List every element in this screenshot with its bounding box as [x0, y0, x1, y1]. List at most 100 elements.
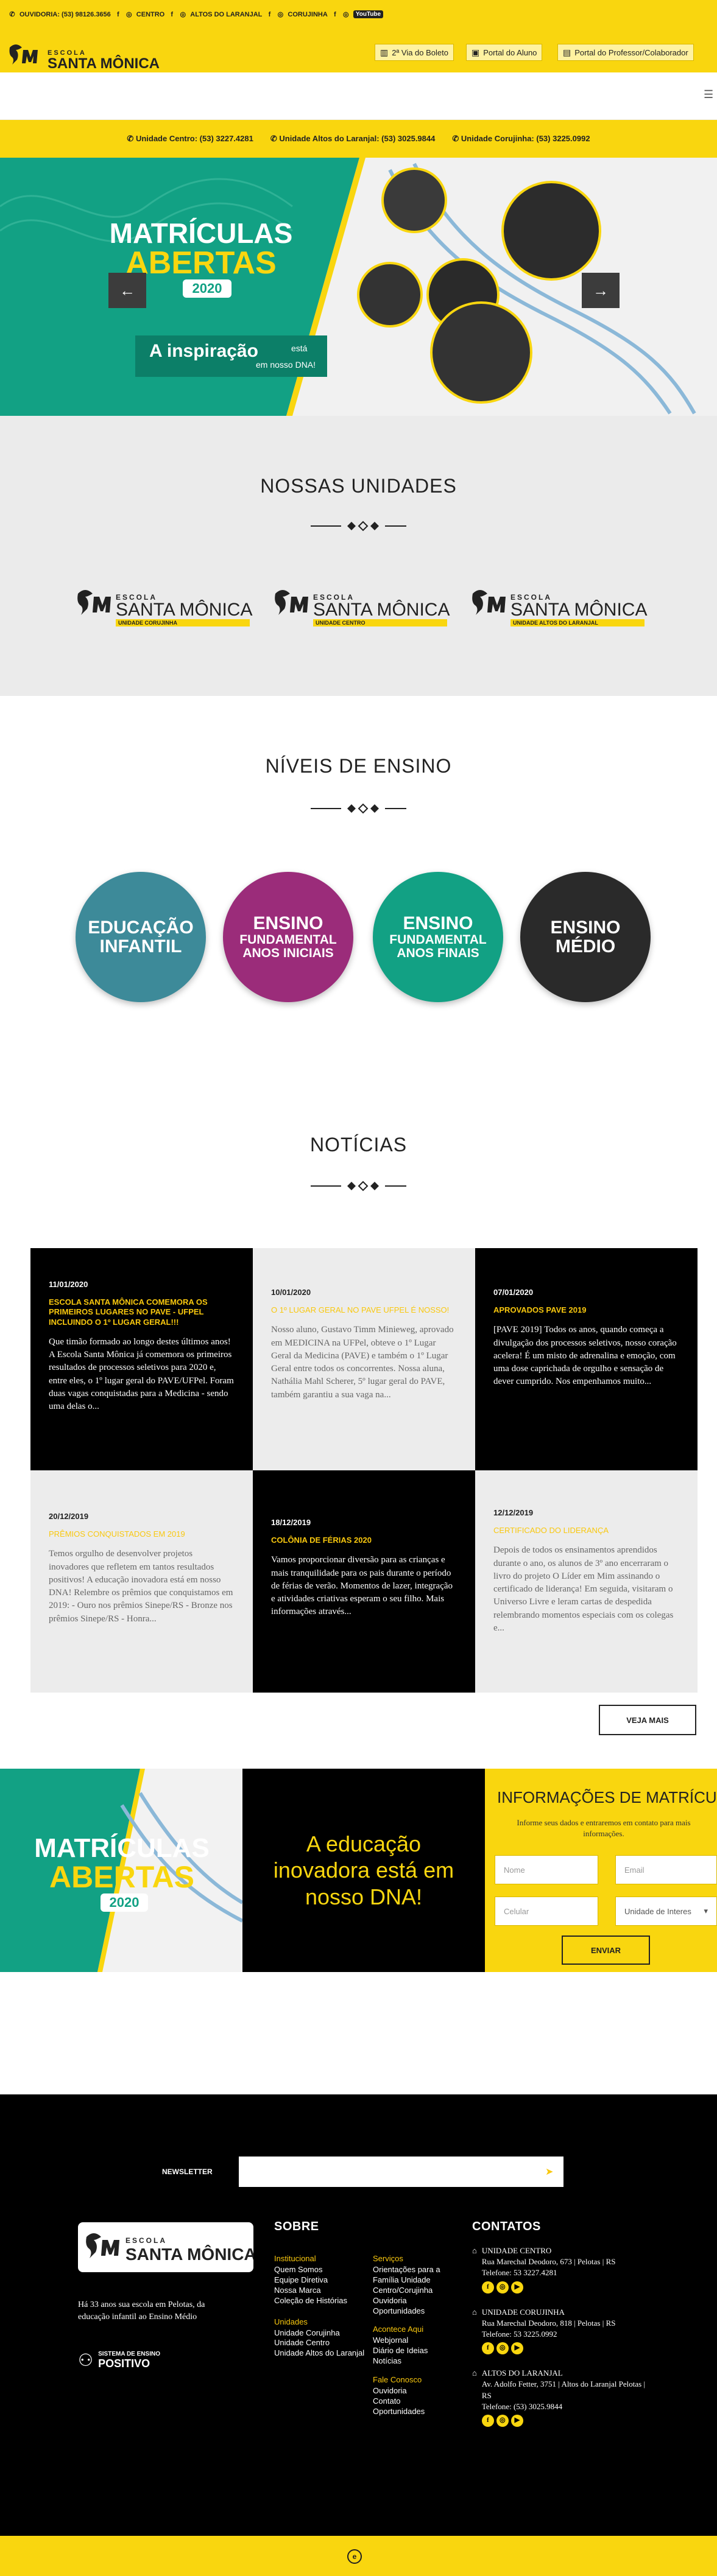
footer-link[interactable]: Nossa Marca: [274, 2286, 366, 2296]
news-excerpt: Temos orgulho de desenvolver projetos in…: [49, 1549, 233, 1624]
location-icon: ⌂: [472, 2246, 477, 2255]
facebook-icon[interactable]: f: [331, 11, 339, 18]
level-line2: FUNDAMENTAL: [239, 932, 337, 947]
phone-field[interactable]: Celular: [495, 1897, 598, 1926]
level-fundamental-iniciais[interactable]: ENSINO FUNDAMENTAL ANOS INICIAIS: [223, 872, 353, 1002]
footer-link[interactable]: Ouvidoria: [373, 2386, 464, 2396]
news-excerpt: Que timão formado ao longo destes último…: [49, 1336, 234, 1412]
facebook-icon[interactable]: f: [266, 11, 273, 18]
portal-professor-link[interactable]: ▤ Portal do Professor/Colaborador: [557, 44, 694, 61]
news-card[interactable]: 10/01/2020 O 1º LUGAR GERAL NO PAVE UFPE…: [253, 1248, 475, 1470]
footer-link[interactable]: Unidade Centro: [274, 2338, 366, 2348]
facebook-icon[interactable]: f: [481, 2414, 494, 2427]
instagram-icon[interactable]: ◎: [277, 10, 284, 18]
footer-link[interactable]: Coleção de Histórias: [274, 2296, 366, 2306]
news-title-link[interactable]: COLÔNIA DE FÉRIAS 2020: [271, 1535, 457, 1545]
footer-contatos-title: CONTATOS: [472, 2220, 541, 2233]
teacher-icon: ▤: [563, 47, 571, 57]
facebook-icon[interactable]: f: [168, 11, 175, 18]
youtube-icon[interactable]: ▶: [510, 2342, 523, 2355]
send-icon[interactable]: ➤: [545, 2166, 553, 2178]
footer-link[interactable]: Unidade Altos do Laranjal: [274, 2348, 366, 2359]
instagram-icon[interactable]: ◎: [496, 2414, 509, 2427]
level-ensino-medio[interactable]: ENSINO MÉDIO: [520, 872, 651, 1002]
youtube-icon[interactable]: ▶: [510, 2281, 523, 2293]
portal-aluno-link[interactable]: ▣ Portal do Aluno: [466, 44, 543, 61]
unit-centro-label: CENTRO: [136, 10, 165, 18]
facebook-icon[interactable]: f: [481, 2281, 494, 2293]
level-line1: ENSINO: [403, 913, 473, 934]
name-field[interactable]: Nome: [495, 1855, 598, 1884]
footer-about: Há 33 anos sua escola em Pelotas, da edu…: [78, 2300, 205, 2322]
footer-link[interactable]: Equipe Diretiva: [274, 2275, 366, 2286]
enrollment-banner[interactable]: MATRÍCULAS ABERTAS 2020: [0, 1769, 242, 1972]
level-educacao-infantil[interactable]: EDUCAÇÃO INFANTIL: [76, 872, 206, 1002]
banner-slogan: A educação inovadora está em nosso DNA!: [242, 1769, 485, 1972]
news-date: 11/01/2020: [49, 1280, 88, 1289]
footer-logo[interactable]: ESCOLA SANTA MÔNICA: [78, 2222, 253, 2272]
footer-category: Unidades: [274, 2317, 308, 2326]
banner-line1: MATRÍCULAS: [34, 1833, 210, 1863]
news-card[interactable]: 07/01/2020 APROVADOS PAVE 2019 [PAVE 201…: [475, 1248, 698, 1470]
developer-logo-icon[interactable]: e: [347, 2549, 362, 2564]
news-title-link[interactable]: PRÊMIOS CONQUISTADOS EM 2019: [49, 1529, 235, 1539]
contact-address: Rua Marechal Deodoro, 673 | Pelotas | RS: [481, 2257, 616, 2267]
level-line1: ENSINO: [253, 913, 323, 934]
whatsapp-icon[interactable]: ✆: [9, 10, 16, 18]
footer-link[interactable]: Orientações para a Família Unidade Centr…: [373, 2265, 464, 2296]
submit-button[interactable]: ENVIAR: [562, 1936, 650, 1965]
facebook-icon[interactable]: f: [481, 2342, 494, 2355]
contact-corujinha: ⌂ UNIDADE CORUJINHA Rua Marechal Deodoro…: [472, 2307, 655, 2357]
news-card[interactable]: 18/12/2019 COLÔNIA DE FÉRIAS 2020 Vamos …: [253, 1470, 475, 1693]
youtube-icon[interactable]: YouTube: [353, 10, 384, 18]
footer-link[interactable]: Webjornal: [373, 2336, 464, 2346]
level-fundamental-finais[interactable]: ENSINO FUNDAMENTAL ANOS FINAIS: [373, 872, 503, 1002]
news-title-link[interactable]: O 1º LUGAR GERAL NO PAVE UFPEL É NOSSO!: [271, 1305, 457, 1315]
hero-next-button[interactable]: →: [582, 273, 620, 308]
footer-link[interactable]: Oportunidades: [373, 2407, 464, 2417]
footer-link[interactable]: Ouvidoria: [373, 2296, 464, 2306]
footer-link[interactable]: Unidade Corujinha: [274, 2328, 366, 2339]
newsletter-label: NEWSLETTER: [162, 2167, 213, 2176]
youtube-icon[interactable]: ▶: [510, 2414, 523, 2427]
footer-category: Acontece Aqui: [373, 2325, 424, 2334]
facebook-icon[interactable]: f: [115, 11, 122, 18]
instagram-icon[interactable]: ◎: [179, 10, 186, 18]
see-more-button[interactable]: VEJA MAIS: [599, 1705, 696, 1735]
levels-title: NÍVEIS DE ENSINO: [265, 755, 452, 777]
instagram-icon[interactable]: ◎: [125, 10, 133, 18]
news-card[interactable]: 20/12/2019 PRÊMIOS CONQUISTADOS EM 2019 …: [30, 1470, 253, 1693]
footer-link[interactable]: Quem Somos: [274, 2265, 366, 2275]
level-line1: EDUCAÇÃO: [88, 917, 194, 938]
instagram-icon[interactable]: ◎: [342, 10, 350, 18]
email-field[interactable]: Email: [615, 1855, 717, 1884]
menu-icon[interactable]: ☰: [704, 88, 713, 101]
hero-prev-button[interactable]: ←: [108, 273, 146, 308]
enrollment-form: INFORMAÇÕES DE MATRÍCULA Informe seus da…: [485, 1769, 717, 1972]
positivo-logo: ⚇ SISTEMA DE ENSINO POSITIVO: [78, 2350, 160, 2370]
footer-link[interactable]: Oportunidades: [373, 2306, 464, 2317]
unit-select[interactable]: Unidade de Interes ▾: [615, 1897, 717, 1926]
instagram-icon[interactable]: ◎: [496, 2342, 509, 2355]
unit-logo-corujinha[interactable]: ESCOLA SANTA MÔNICA UNIDADE CORUJINHA: [73, 581, 256, 630]
newsletter-input[interactable]: [239, 2157, 563, 2187]
ouvidoria-phone: OUVIDORIA: (53) 98126.3656: [19, 10, 111, 18]
logo-name-text: SANTA MÔNICA: [125, 2244, 253, 2264]
instagram-icon[interactable]: ◎: [496, 2281, 509, 2293]
news-card[interactable]: 12/12/2019 CERTIFICADO DO LIDERANÇA Depo…: [475, 1470, 698, 1693]
unit-logo-altos[interactable]: ESCOLA SANTA MÔNICA UNIDADE ALTOS DO LAR…: [468, 581, 651, 630]
boleto-link[interactable]: ▥ 2ª Via do Boleto: [375, 44, 454, 61]
footer-link[interactable]: Notícias: [373, 2356, 464, 2367]
news-title-link[interactable]: APROVADOS PAVE 2019: [493, 1305, 679, 1315]
top-bar: ✆ OUVIDORIA: (53) 98126.3656 f ◎ CENTRO …: [0, 0, 717, 33]
news-title-link[interactable]: CERTIFICADO DO LIDERANÇA: [493, 1526, 679, 1535]
unit-name: SANTA MÔNICA: [313, 599, 450, 620]
footer-link[interactable]: Contato: [373, 2396, 464, 2407]
unit-logo-centro[interactable]: ESCOLA SANTA MÔNICA UNIDADE CENTRO: [270, 581, 453, 630]
level-line3: ANOS INICIAIS: [242, 946, 334, 960]
news-title-link[interactable]: ESCOLA SANTA MÔNICA COMEMORA OS PRIMEIRO…: [49, 1297, 235, 1327]
footer-link[interactable]: Diário de Ideias: [373, 2346, 464, 2356]
footer-col2: Serviços Orientações para a Família Unid…: [373, 2248, 464, 2417]
news-card[interactable]: 11/01/2020 ESCOLA SANTA MÔNICA COMEMORA …: [30, 1248, 253, 1470]
banner-year: 2020: [110, 1895, 140, 1910]
